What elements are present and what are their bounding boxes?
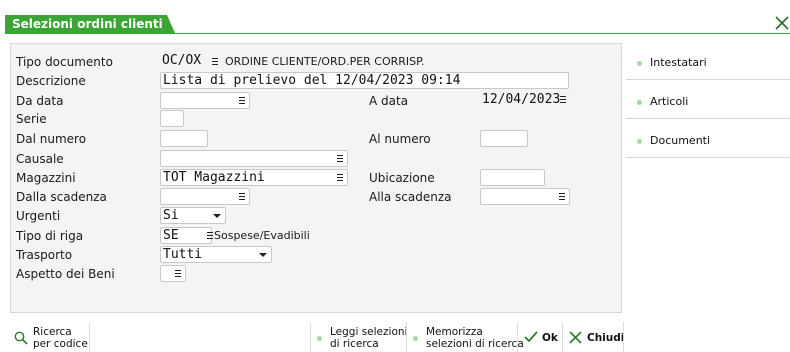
magazzini-input[interactable]: TOT Magazzini: [160, 169, 348, 186]
leggi-selezioni-button[interactable]: Leggi selezioni di ricerca: [311, 322, 408, 352]
serie-input[interactable]: [160, 110, 184, 127]
close-icon[interactable]: [774, 15, 790, 31]
bullet-icon: [637, 139, 642, 144]
label-trasporto: Trasporto: [16, 248, 73, 262]
bullet-icon: [637, 100, 642, 105]
sidebar-item-label: Intestatari: [650, 56, 707, 69]
chiudi-button[interactable]: Chiudi: [563, 322, 625, 352]
sidebar-item-documenti[interactable]: Documenti: [626, 124, 790, 158]
leggi-label-line2: di ricerca: [330, 338, 379, 350]
label-ubicazione: Ubicazione: [369, 171, 435, 185]
memorizza-selezioni-button[interactable]: Memorizza selezioni di ricerca: [407, 322, 524, 352]
da-data-menu-icon[interactable]: [239, 97, 245, 104]
search-icon: [14, 331, 28, 345]
ricerca-label-line2: per codice: [33, 338, 88, 350]
alla-scadenza-menu-icon[interactable]: [559, 193, 565, 200]
dalla-scadenza-input[interactable]: [160, 188, 250, 205]
urgenti-dropdown-icon[interactable]: [213, 214, 221, 218]
toolbar-separator: [623, 322, 624, 352]
label-descrizione: Descrizione: [16, 74, 86, 88]
label-dal-numero: Dal numero: [16, 132, 87, 146]
dal-numero-input[interactable]: [160, 130, 208, 147]
checkmark-icon: [524, 331, 538, 343]
urgenti-select[interactable]: Si: [160, 207, 226, 224]
title-divider: [5, 33, 790, 34]
label-tipo-documento: Tipo documento: [16, 55, 113, 69]
window-title-tab: Selezioni ordini clienti: [5, 15, 175, 33]
sidebar-item-label: Documenti: [650, 134, 711, 147]
ubicazione-input[interactable]: [480, 169, 545, 186]
alla-scadenza-input[interactable]: [480, 188, 570, 205]
label-urgenti: Urgenti: [16, 209, 61, 223]
sidebar-item-label: Articoli: [650, 95, 689, 108]
ok-button[interactable]: Ok: [518, 322, 562, 352]
label-a-data: A data: [369, 94, 409, 108]
label-dalla-scadenza: Dalla scadenza: [16, 190, 107, 204]
da-data-input[interactable]: [160, 92, 250, 109]
al-numero-input[interactable]: [480, 130, 528, 147]
memorizza-label-line1: Memorizza: [426, 326, 483, 338]
magazzini-menu-icon[interactable]: [337, 174, 343, 181]
label-serie: Serie: [16, 112, 47, 126]
chiudi-label: Chiudi: [587, 332, 625, 344]
bullet-icon: [317, 336, 322, 341]
toolbar-separator: [89, 322, 90, 352]
trasporto-dropdown-icon[interactable]: [259, 253, 267, 257]
bullet-icon: [413, 336, 418, 341]
a-data-menu-icon[interactable]: [560, 96, 566, 103]
label-tipo-di-riga: Tipo di riga: [16, 229, 84, 243]
tipo-di-riga-menu-icon[interactable]: [202, 227, 214, 244]
label-causale: Causale: [16, 152, 64, 166]
ok-label: Ok: [542, 332, 558, 344]
causale-input[interactable]: [160, 150, 348, 167]
close-icon: [569, 331, 582, 344]
memorizza-label-line2: selezioni di ricerca: [426, 338, 524, 350]
window-title: Selezioni ordini clienti: [12, 17, 163, 31]
trasporto-select[interactable]: Tutti: [160, 246, 272, 263]
tipo-documento-description: ORDINE CLIENTE/ORD.PER CORRISP.: [225, 55, 425, 68]
causale-menu-icon[interactable]: [337, 155, 343, 162]
ricerca-per-codice-button[interactable]: Ricerca per codice: [12, 322, 88, 352]
sidebar-item-articoli[interactable]: Articoli: [626, 85, 790, 119]
tipo-documento-menu-icon[interactable]: [208, 53, 220, 70]
label-al-numero: Al numero: [369, 132, 431, 146]
bullet-icon: [637, 61, 642, 66]
label-magazzini: Magazzini: [16, 171, 76, 185]
label-alla-scadenza: Alla scadenza: [369, 190, 452, 204]
label-da-data: Da data: [16, 94, 64, 108]
leggi-label-line1: Leggi selezioni: [330, 326, 408, 338]
tipo-di-riga-description: Sospese/Evadibili: [214, 229, 310, 242]
aspetto-dei-beni-menu-icon[interactable]: [175, 270, 181, 277]
dalla-scadenza-menu-icon[interactable]: [239, 193, 245, 200]
label-aspetto-dei-beni: Aspetto dei Beni: [16, 267, 115, 281]
ricerca-label-line1: Ricerca: [33, 326, 72, 338]
a-data-input[interactable]: 12/04/2023: [480, 92, 570, 109]
aspetto-dei-beni-input[interactable]: [160, 265, 186, 282]
sidebar-item-intestatari[interactable]: Intestatari: [626, 46, 790, 80]
descrizione-input[interactable]: Lista di prelievo del 12/04/2023 09:14: [160, 72, 569, 89]
